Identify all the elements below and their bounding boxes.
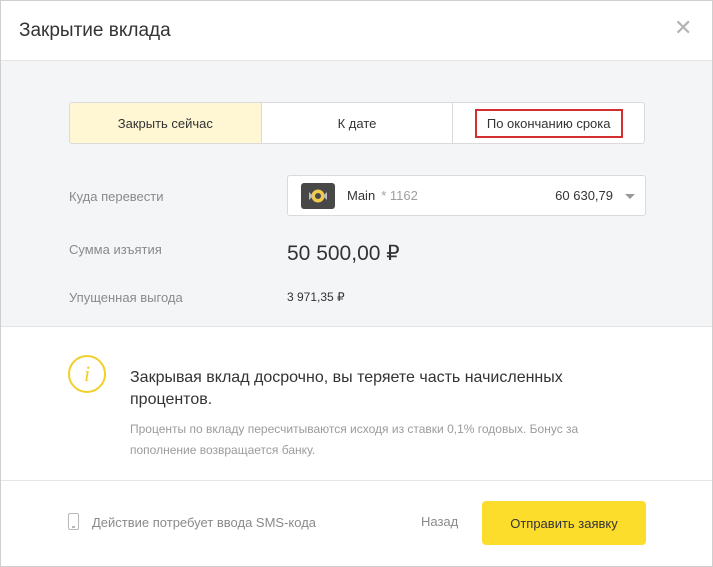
lost-profit-amount: 3 971,35 ₽	[287, 290, 345, 304]
chevron-down-icon	[625, 194, 635, 199]
withdrawal-label: Сумма изъятия	[69, 242, 162, 257]
form-section: Закрыть сейчас К дате По окончанию срока…	[1, 61, 712, 327]
warning-text: Проценты по вкладу пересчитываются исход…	[130, 422, 579, 457]
lost-profit-label: Упущенная выгода	[69, 290, 183, 305]
submit-button[interactable]: Отправить заявку	[482, 501, 646, 545]
tab-label: По окончанию срока	[474, 108, 623, 138]
destination-label: Куда перевести	[69, 189, 164, 204]
tab-close-now[interactable]: Закрыть сейчас	[70, 103, 262, 143]
tab-label: Закрыть сейчас	[117, 115, 213, 131]
account-name: Main	[347, 188, 376, 203]
tab-end-of-term[interactable]: По окончанию срока	[453, 103, 644, 143]
close-icon[interactable]: ✕	[674, 17, 692, 39]
phone-icon	[68, 513, 79, 530]
info-icon: i	[68, 355, 106, 393]
close-deposit-dialog: Закрытие вклада ✕ Закрыть сейчас К дате …	[0, 0, 713, 567]
sms-note: Действие потребует ввода SMS-кода	[92, 515, 317, 530]
account-select[interactable]: Main * 1162 60 630,79	[287, 175, 646, 216]
dialog-title: Закрытие вклада	[19, 19, 171, 41]
dialog-footer: Действие потребует ввода SMS-кода Назад …	[1, 480, 712, 566]
closing-mode-tabs: Закрыть сейчас К дате По окончанию срока	[69, 102, 645, 144]
account-balance: 60 630,79	[555, 188, 613, 203]
account-number: * 1162	[381, 188, 418, 203]
warning-title: Закрывая вклад досрочно, вы теряете част…	[130, 369, 563, 408]
back-button[interactable]: Назад	[421, 514, 458, 529]
tab-by-date[interactable]: К дате	[262, 103, 454, 143]
withdrawal-amount: 50 500,00 ₽	[287, 242, 400, 265]
tab-label: К дате	[337, 115, 377, 131]
bank-card-icon	[301, 182, 335, 209]
dialog-header: Закрытие вклада ✕	[1, 1, 712, 61]
